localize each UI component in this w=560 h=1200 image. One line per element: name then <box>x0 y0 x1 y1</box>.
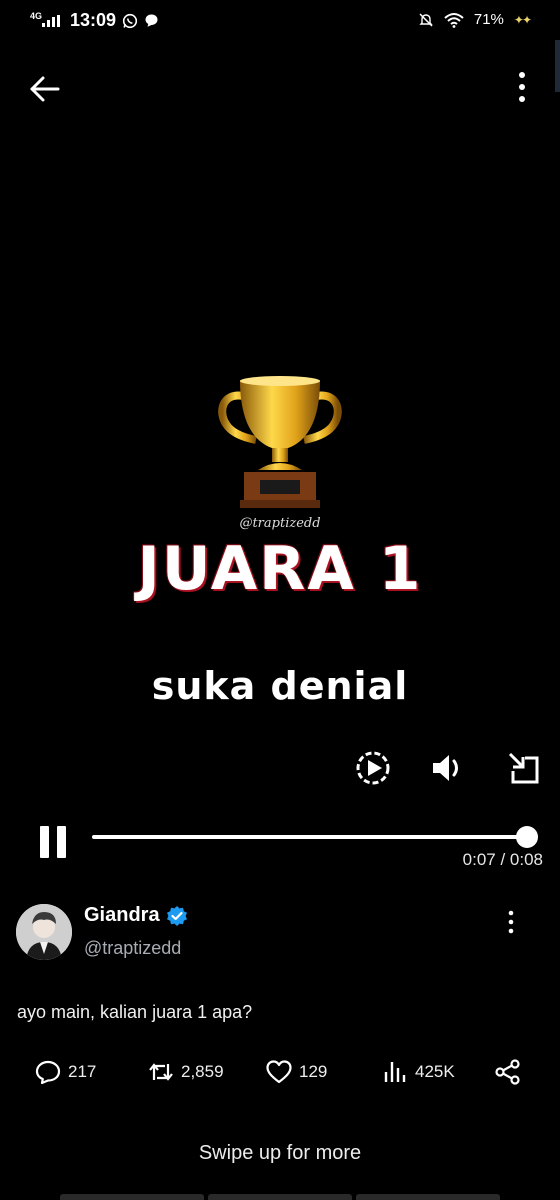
repost-button[interactable]: 2,859 <box>147 1058 224 1086</box>
bottom-edge <box>60 1194 500 1200</box>
repost-count: 2,859 <box>181 1062 224 1081</box>
popout-icon[interactable] <box>504 748 544 788</box>
chat-bubble-icon <box>145 14 158 27</box>
author-handle[interactable]: @traptizedd <box>84 938 181 959</box>
more-options-icon[interactable] <box>512 70 532 106</box>
post-author: Giandra @traptizedd <box>16 904 544 964</box>
network-type: 4G <box>30 10 43 21</box>
clock: 13:09 <box>70 10 117 30</box>
share-icon <box>495 1059 520 1085</box>
avatar[interactable] <box>16 904 72 960</box>
post-actions: 217 2,859 129 425K <box>0 1058 560 1094</box>
trophy-icon <box>218 376 342 508</box>
post-options-icon[interactable] <box>506 910 516 934</box>
media-top-bar <box>0 60 560 116</box>
volume-icon[interactable] <box>428 748 468 788</box>
replay-icon[interactable] <box>353 748 393 788</box>
wifi-icon <box>444 12 464 28</box>
battery-level: 71% <box>473 11 504 28</box>
like-button[interactable]: 129 <box>265 1058 327 1086</box>
signal-icon <box>42 14 61 27</box>
share-button[interactable] <box>494 1058 522 1086</box>
progress-track[interactable] <box>92 835 526 839</box>
views-button[interactable]: 425K <box>381 1058 455 1086</box>
views-count: 425K <box>415 1062 455 1081</box>
mute-icon <box>419 12 433 27</box>
repost-icon <box>149 1063 173 1081</box>
swipe-up-hint[interactable]: Swipe up for more <box>0 1142 560 1165</box>
reply-icon <box>35 1060 61 1085</box>
watermark: @traptizedd <box>239 516 321 531</box>
back-arrow-icon[interactable] <box>28 72 62 106</box>
status-bar: 4G 13:09 71% ✦✦ <box>0 0 560 44</box>
reply-count: 217 <box>68 1062 97 1081</box>
video-headline: JUARA 1 <box>137 534 423 604</box>
heart-icon <box>266 1060 292 1084</box>
progress-thumb[interactable] <box>516 826 538 848</box>
sparkle-icon: ✦✦ <box>513 12 532 27</box>
playback-time: 0:07 / 0:08 <box>462 850 543 869</box>
verified-badge-icon <box>166 905 187 926</box>
pause-button[interactable] <box>38 826 68 860</box>
post-text: ayo main, kalian juara 1 apa? <box>17 1002 253 1022</box>
whatsapp-icon <box>122 13 138 28</box>
video-caption: suka denial <box>151 664 409 708</box>
author-name[interactable]: Giandra <box>84 904 188 927</box>
reply-button[interactable]: 217 <box>34 1058 96 1086</box>
views-icon <box>384 1062 406 1082</box>
like-count: 129 <box>299 1062 328 1081</box>
pause-icon <box>40 826 49 858</box>
